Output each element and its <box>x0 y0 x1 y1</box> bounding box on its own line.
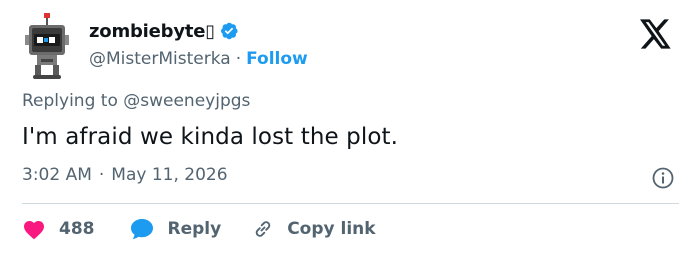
action-bar: 488 Reply Copy link <box>22 214 376 244</box>
tweet-embed-card: zombiebyte▯ @MisterMisterka · Follow Rep… <box>0 0 700 256</box>
reply-label: Reply <box>167 219 222 239</box>
copy-link-label: Copy link <box>287 219 376 239</box>
author-handle[interactable]: @MisterMisterka <box>89 49 231 69</box>
reply-button[interactable]: Reply <box>129 217 222 241</box>
tweet-date: May 11, 2026 <box>111 165 228 185</box>
divider <box>22 203 679 204</box>
tweet-text: I'm afraid we kinda lost the plot. <box>22 124 399 150</box>
author-display-name[interactable]: zombiebyte▯ <box>89 21 215 42</box>
x-logo-icon[interactable] <box>640 19 672 49</box>
info-icon[interactable] <box>651 166 675 190</box>
copy-link-button[interactable]: Copy link <box>251 217 376 241</box>
replying-to-text[interactable]: Replying to @sweeneyjpgs <box>22 91 250 111</box>
robot-avatar-icon[interactable] <box>23 13 71 81</box>
like-button[interactable]: 488 <box>22 218 95 240</box>
author-handle-row: @MisterMisterka · Follow <box>89 47 308 71</box>
separator-dot: · <box>235 49 242 69</box>
link-icon <box>255 221 271 237</box>
reply-bubble-icon <box>130 219 153 239</box>
verified-badge-icon <box>219 21 239 41</box>
like-count: 488 <box>59 219 95 239</box>
author-name-row: zombiebyte▯ <box>89 19 239 43</box>
follow-button[interactable]: Follow <box>246 49 308 69</box>
separator-dot: · <box>98 165 105 185</box>
tweet-timestamp[interactable]: 3:02 AM · May 11, 2026 <box>22 165 228 185</box>
heart-icon <box>24 221 44 240</box>
tweet-time: 3:02 AM <box>22 165 92 185</box>
